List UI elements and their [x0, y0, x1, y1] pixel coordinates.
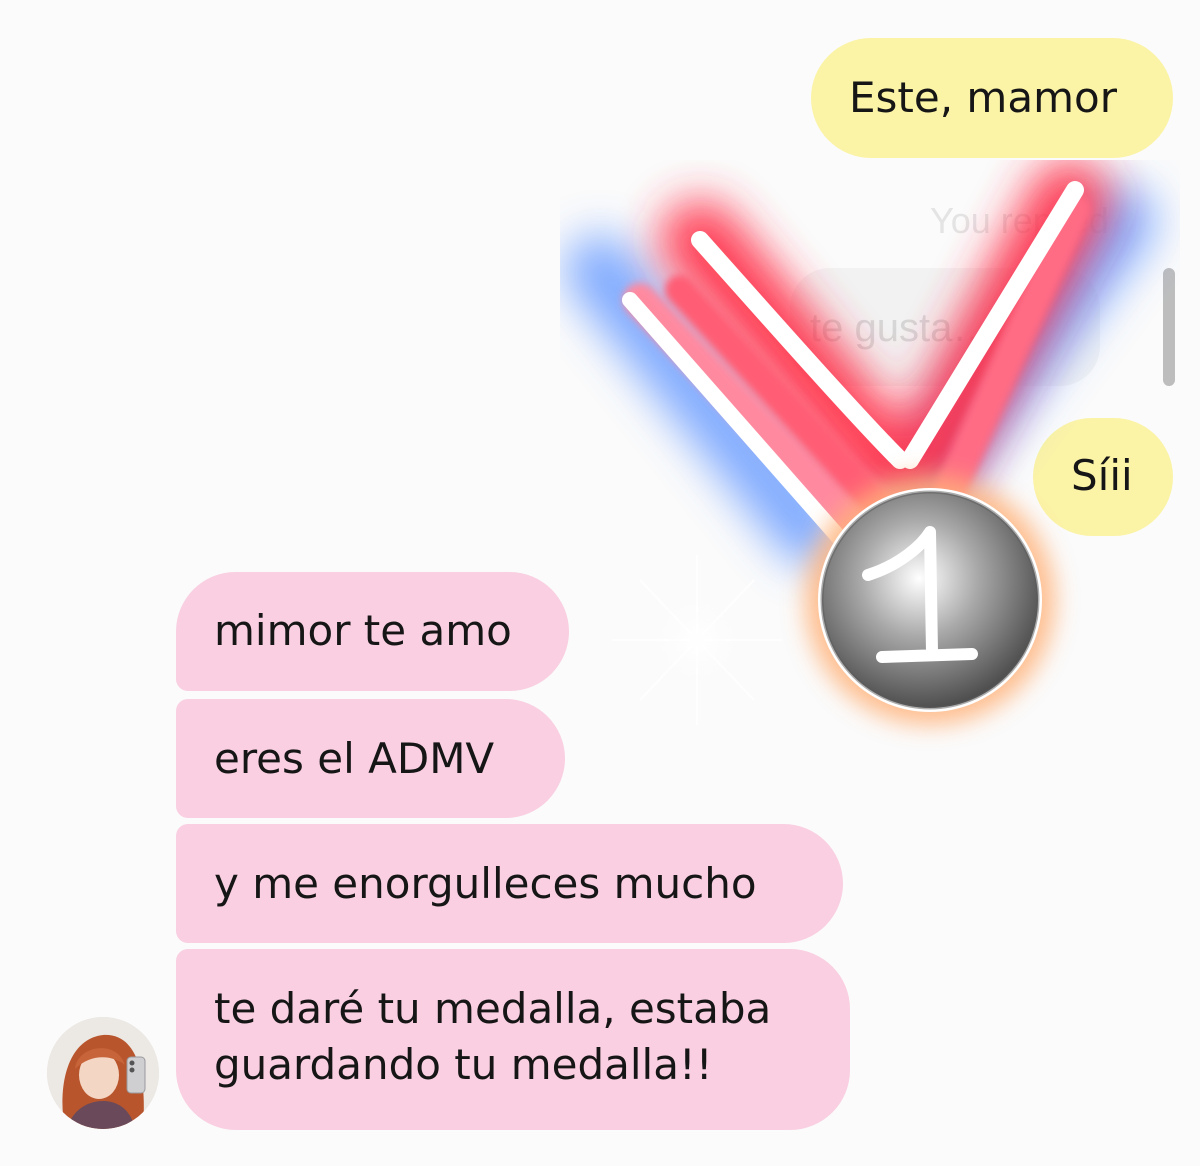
- incoming-message-bubble[interactable]: mimor te amo: [176, 572, 569, 691]
- incoming-message-bubble[interactable]: y me enorgulleces mucho: [176, 824, 843, 943]
- medal-digit: 1: [927, 612, 933, 623]
- incoming-message-bubble[interactable]: eres el ADMV: [176, 699, 565, 818]
- user-avatar-photo: [47, 1017, 159, 1129]
- chat-thread: You replied te gusta…u Este, mamor Síii: [0, 0, 1200, 1166]
- first-place-medal-icon[interactable]: 1: [560, 160, 1180, 800]
- user-avatar[interactable]: [47, 1017, 159, 1129]
- incoming-message-bubble[interactable]: te daré tu medalla, estaba guardando tu …: [176, 949, 850, 1130]
- outgoing-message-bubble[interactable]: Este, mamor: [811, 38, 1173, 158]
